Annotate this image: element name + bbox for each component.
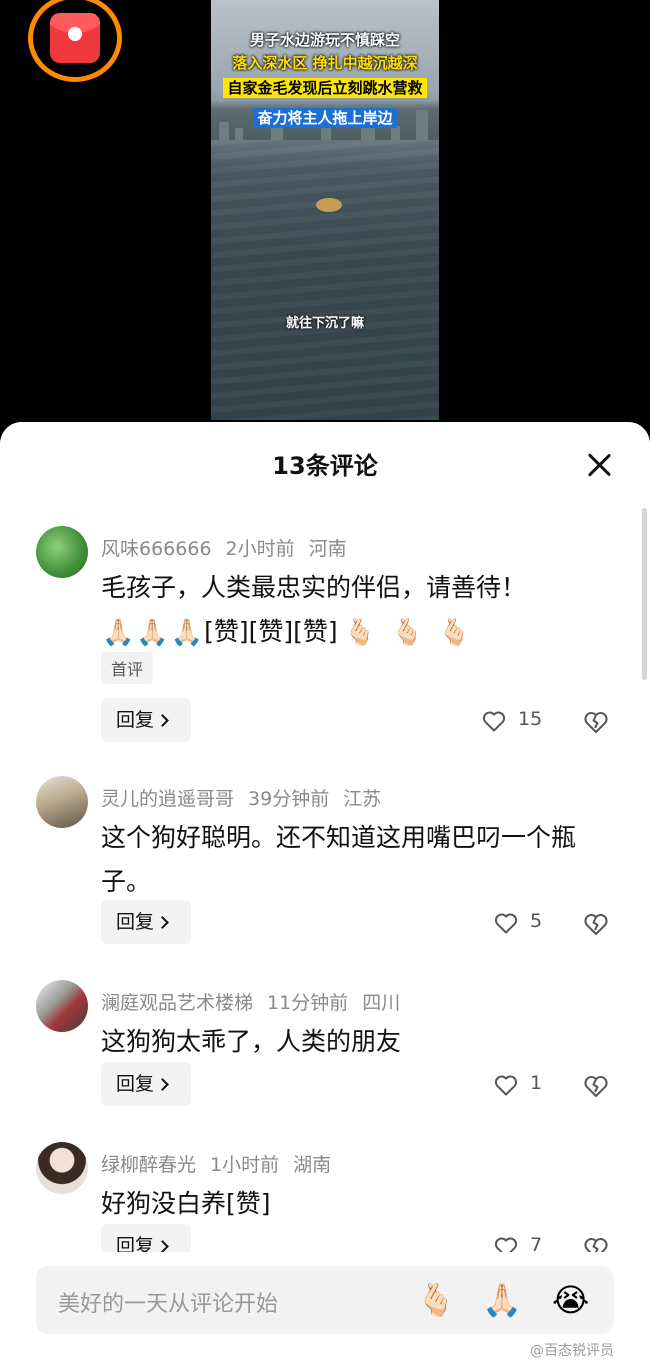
video-caption-2: 落入深水区 挣扎中越沉越深 <box>232 54 418 72</box>
heart-hands-emoji: 🫰🏻 <box>391 618 424 648</box>
first-comment-badge: 首评 <box>101 652 154 684</box>
reply-button[interactable]: 回复 <box>101 1224 191 1252</box>
reply-button[interactable]: 回复 <box>101 698 191 742</box>
comment-username[interactable]: 绿柳醉春光 <box>101 1154 196 1176</box>
heart-icon <box>494 1237 518 1252</box>
comment-input[interactable]: 美好的一天从评论开始 🫰🏻 🙏🏻 😭 <box>36 1266 614 1334</box>
heart-icon <box>494 913 518 934</box>
red-packet-icon[interactable] <box>28 0 122 82</box>
chevron-right-icon <box>156 714 169 727</box>
video-caption-1: 男子水边游玩不慎踩空 <box>249 31 400 49</box>
avatar[interactable] <box>36 776 88 828</box>
like-count: 5 <box>530 910 543 932</box>
reply-button[interactable]: 回复 <box>101 1062 191 1106</box>
dislike-broken-heart-icon[interactable] <box>583 1236 609 1252</box>
comment-time: 11分钟前 <box>267 992 349 1014</box>
comment-username[interactable]: 澜庭观品艺术楼梯 <box>101 992 253 1014</box>
comment-time: 2小时前 <box>225 538 295 560</box>
water-surface <box>211 140 439 420</box>
comment-text: 毛孩子，人类最忠实的伴侣，请善待！ 🙏🏻🙏🏻🙏🏻[赞][赞][赞] 🫰🏻 🫰🏻 🫰🏻 <box>101 566 621 654</box>
heart-icon <box>482 711 506 732</box>
thumbs-token: [赞] <box>248 617 294 646</box>
thumbs-token: [赞] <box>204 617 249 646</box>
swimming-dog <box>316 198 342 212</box>
close-icon[interactable] <box>586 452 612 478</box>
like-count: 7 <box>530 1234 543 1252</box>
comment-time: 39分钟前 <box>248 788 330 810</box>
scrollbar[interactable] <box>642 508 647 680</box>
comment-sheet: 风味666666 2小时前 河南 毛孩子，人类最忠实的伴侣，请善待！ 🙏🏻🙏🏻🙏🏻[… <box>0 422 650 1370</box>
avatar[interactable] <box>36 980 88 1032</box>
video-subtitle: 就往下沉了嘛 <box>285 316 364 331</box>
comment-meta: 澜庭观品艺术楼梯 11分钟前 四川 <box>101 988 400 1015</box>
pray-emoji: 🙏🏻 <box>102 618 135 648</box>
pray-emoji: 🙏🏻 <box>136 618 169 648</box>
comment-location: 四川 <box>362 992 401 1014</box>
comment-input-placeholder: 美好的一天从评论开始 <box>58 1292 279 1317</box>
chevron-right-icon <box>156 1240 169 1252</box>
like-count: 1 <box>530 1072 543 1094</box>
comment-count-title: 13条评论 <box>0 422 650 508</box>
video-frame[interactable]: 男子水边游玩不慎踩空 落入深水区 挣扎中越沉越深 自家金毛发现后立刻跳水营救 奋… <box>211 0 439 420</box>
like-button[interactable]: 1 <box>480 1062 570 1106</box>
like-button[interactable]: 15 <box>480 698 570 742</box>
comment-location: 江苏 <box>343 788 382 810</box>
pray-emoji: 🙏🏻 <box>170 618 204 648</box>
dislike-broken-heart-icon[interactable] <box>583 1074 609 1098</box>
heart-hands-emoji: 🫰🏻 <box>438 618 471 648</box>
thumbs-token: [赞] <box>293 617 338 646</box>
chevron-right-icon <box>156 1078 169 1091</box>
comment-item: 风味666666 2小时前 河南 毛孩子，人类最忠实的伴侣，请善待！ 🙏🏻🙏🏻🙏🏻[… <box>0 526 650 746</box>
comment-username[interactable]: 风味666666 <box>101 538 212 560</box>
like-button[interactable]: 5 <box>480 900 570 944</box>
heart-icon <box>494 1075 518 1096</box>
dislike-broken-heart-icon[interactable] <box>583 710 609 734</box>
comment-body: 毛孩子，人类最忠实的伴侣，请善待！ <box>101 573 527 602</box>
comment-item: 绿柳醉春光 1小时前 湖南 好狗没白养[赞] 回复 7 <box>0 1142 650 1252</box>
comment-text: 这个狗好聪明。还不知道这用嘴巴叼一个瓶子。 <box>101 823 577 896</box>
comment-location: 湖南 <box>293 1154 332 1176</box>
like-count: 15 <box>518 708 543 730</box>
heart-hands-emoji-button[interactable]: 🫰🏻 <box>416 1280 456 1320</box>
video-caption-3: 自家金毛发现后立刻跳水营救 <box>223 78 427 98</box>
video-player[interactable]: 男子水边游玩不慎踩空 落入深水区 挣扎中越沉越深 自家金毛发现后立刻跳水营救 奋… <box>0 0 650 440</box>
like-button[interactable]: 7 <box>480 1224 570 1252</box>
comment-meta: 绿柳醉春光 1小时前 湖南 <box>101 1150 331 1177</box>
chevron-right-icon <box>156 916 169 929</box>
comment-username[interactable]: 灵儿的逍遥哥哥 <box>101 788 234 810</box>
source-watermark: @百态锐评员 <box>530 1343 614 1359</box>
avatar[interactable] <box>36 1142 88 1194</box>
comment-item: 澜庭观品艺术楼梯 11分钟前 四川 这狗狗太乖了，人类的朋友 回复 1 <box>0 980 650 1120</box>
comment-list[interactable]: 风味666666 2小时前 河南 毛孩子，人类最忠实的伴侣，请善待！ 🙏🏻🙏🏻🙏🏻[… <box>0 422 650 1252</box>
pray-emoji-button[interactable]: 🙏🏻 <box>482 1280 522 1320</box>
comment-meta: 灵儿的逍遥哥哥 39分钟前 江苏 <box>101 784 381 811</box>
comment-item: 灵儿的逍遥哥哥 39分钟前 江苏 这个狗好聪明。还不知道这用嘴巴叼一个瓶子。 回复 … <box>0 776 650 956</box>
heart-hands-emoji: 🫰🏻 <box>343 618 377 648</box>
crying-emoji-button[interactable]: 😭 <box>552 1280 589 1320</box>
comment-meta: 风味666666 2小时前 河南 <box>101 534 347 561</box>
avatar[interactable] <box>36 526 88 578</box>
comment-location: 河南 <box>308 538 347 560</box>
red-envelope-icon <box>50 13 100 63</box>
dislike-broken-heart-icon[interactable] <box>583 912 609 936</box>
comment-text: 好狗没白养[赞] <box>101 1189 271 1218</box>
comment-text: 这狗狗太乖了，人类的朋友 <box>101 1027 402 1056</box>
video-caption-4: 奋力将主人拖上岸边 <box>253 108 397 128</box>
comment-time: 1小时前 <box>210 1154 280 1176</box>
reply-button[interactable]: 回复 <box>101 900 191 944</box>
